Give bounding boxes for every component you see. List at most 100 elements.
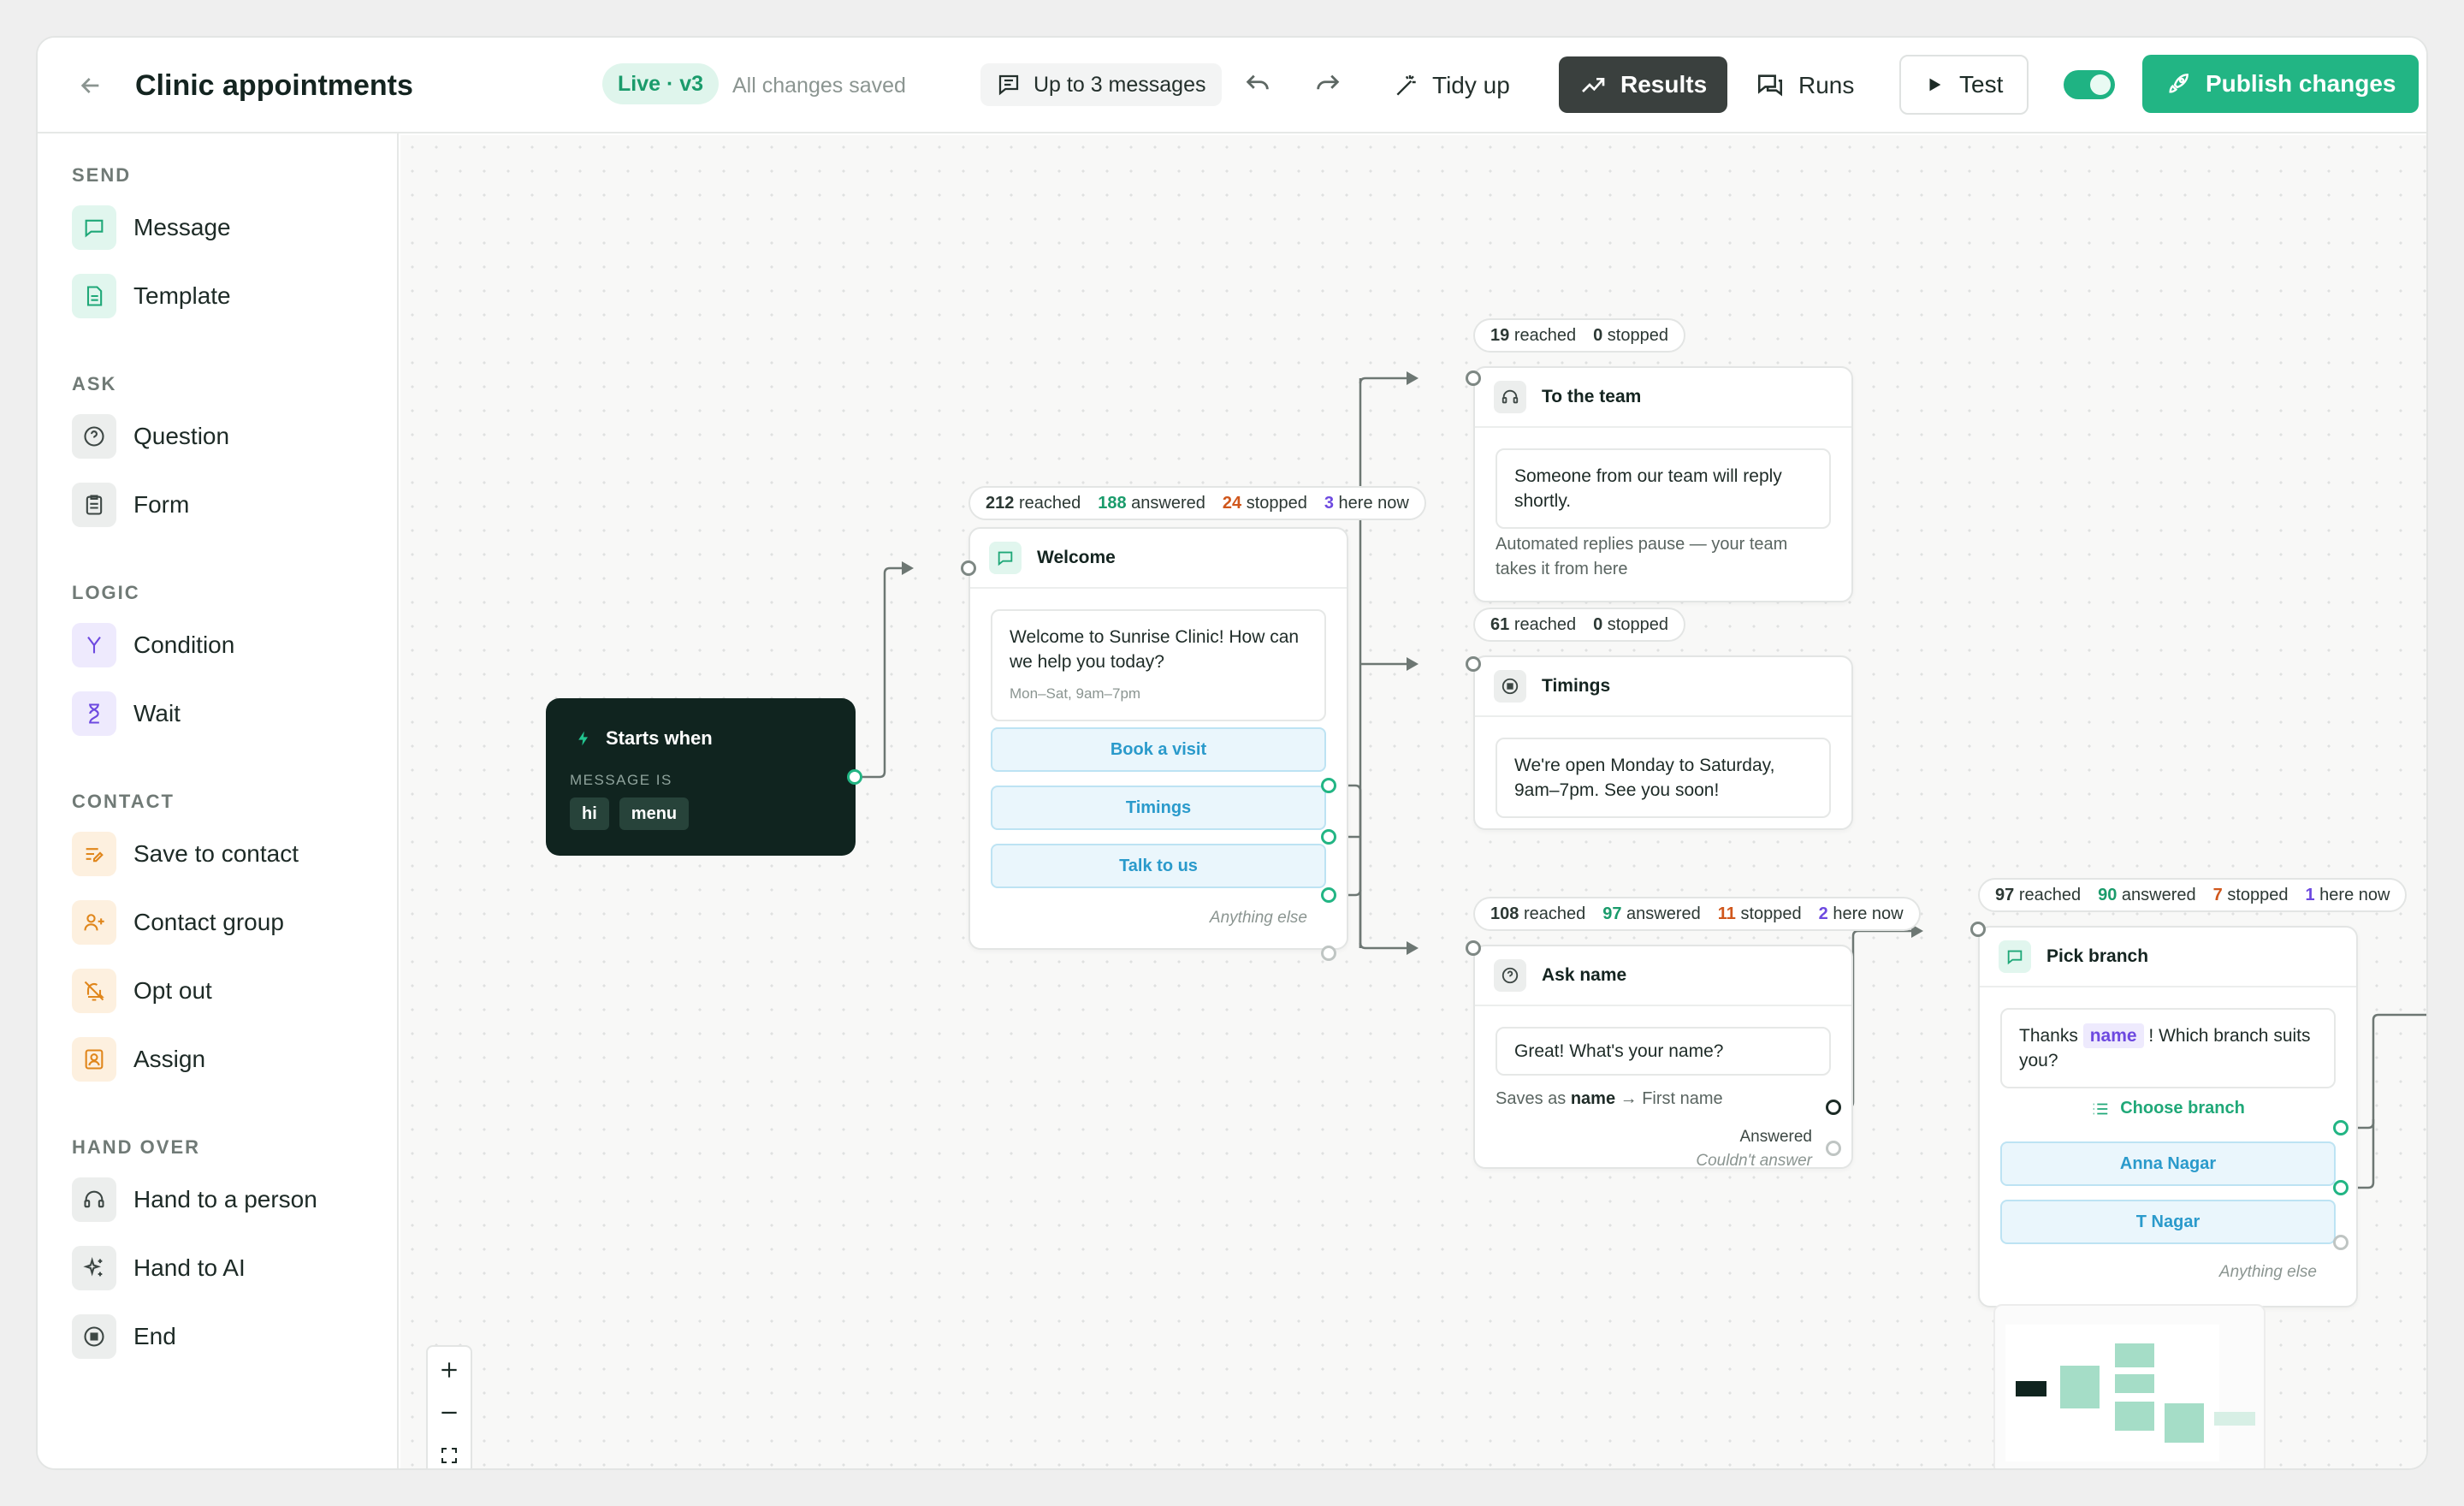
tidy-up-button[interactable]: Tidy up [1393,38,1510,133]
palette-item-hand-to-person[interactable]: Hand to a person [72,1177,317,1222]
palette-item-question[interactable]: Question [72,414,229,459]
zoom-in-button[interactable] [428,1349,471,1391]
chat-icon [998,74,1019,96]
palette-item-opt-out[interactable]: Opt out [72,969,212,1013]
keyword-chip[interactable]: menu [619,797,690,830]
timings-input-port[interactable] [1466,656,1481,672]
palette-item-label: End [133,1323,176,1349]
reached-label: reached [1513,614,1577,634]
version-badge: Live · v3 [602,63,720,104]
message-limit-button[interactable]: Up to 3 messages [980,63,1222,106]
message-text: Welcome to Sunrise Clinic! How can we he… [1010,627,1300,672]
palette-item-hand-to-ai[interactable]: Hand to AI [72,1246,246,1290]
choice-button[interactable]: Talk to us [991,844,1326,888]
back-button[interactable] [68,38,113,133]
welcome-node-header: Welcome [970,529,1347,589]
choice-button[interactable]: Timings [991,786,1326,830]
message-limit-label: Up to 3 messages [1034,72,1206,97]
ask-input-port[interactable] [1466,940,1481,956]
minimap[interactable] [1993,1304,2266,1468]
answered-count: 97 [1602,904,1622,923]
palette-item-label: Message [133,214,231,240]
message-bubble[interactable]: We're open Monday to Saturday, 9am–7pm. … [1496,738,1831,818]
undo-button[interactable] [1234,38,1282,133]
palette-item-condition[interactable]: Condition [72,623,234,667]
section-logic-title: LOGIC [72,582,140,603]
minimap-node [2016,1381,2046,1396]
publish-button[interactable]: Publish changes [2142,55,2419,113]
message-bubble[interactable]: Welcome to Sunrise Clinic! How can we he… [991,609,1326,721]
sparkle-icon [72,1246,116,1290]
choice-button[interactable]: Book a visit [991,727,1326,772]
choice-button[interactable]: Anna Nagar [2000,1141,2336,1186]
trigger-node[interactable]: Starts when MESSAGE IS hi menu [546,698,856,856]
reached-label: reached [2018,885,2082,904]
condition-icon [72,623,116,667]
branch-input-port[interactable] [1970,922,1986,937]
magic-wand-icon [1396,75,1416,96]
palette-item-form[interactable]: Form [72,483,189,527]
timings-node[interactable]: Timings We're open Monday to Saturday, 9… [1473,655,1853,830]
reached-count: 212 [986,493,1015,513]
results-label: Results [1620,71,1708,98]
palette-item-label: Save to contact [133,840,299,867]
pick-branch-node[interactable]: Pick branch Thanks name ! Which branch s… [1978,926,2358,1307]
results-button[interactable]: Results [1559,56,1728,113]
failed-output-port[interactable] [1826,1141,1841,1156]
trigger-header: Starts when [575,727,713,750]
palette-item-label: Wait [133,700,181,726]
saves-target: → First name [1620,1089,1723,1108]
palette-item-contact-group[interactable]: Contact group [72,900,284,945]
test-label: Test [1959,71,2004,98]
choice-button[interactable]: T Nagar [2000,1200,2336,1244]
reached-count: 19 [1490,325,1510,345]
choice-output-port[interactable] [2333,1180,2348,1195]
ask-name-node[interactable]: Ask name Great! What's your name? Saves … [1473,945,1853,1170]
zoom-out-button[interactable] [428,1391,471,1434]
palette-item-save-to-contact[interactable]: Save to contact [72,832,299,876]
stopped-label: stopped [2227,885,2289,904]
keyword-chip[interactable]: hi [570,797,609,830]
message-text: We're open Monday to Saturday, 9am–7pm. … [1514,756,1775,800]
team-input-port[interactable] [1466,371,1481,386]
answered-count: 188 [1098,493,1127,513]
welcome-input-port[interactable] [961,560,976,576]
live-toggle[interactable] [2064,70,2115,99]
team-node[interactable]: To the team Someone from our team will r… [1473,366,1853,602]
template-icon [72,274,116,318]
palette-item-template[interactable]: Template [72,274,231,318]
redo-button[interactable] [1304,38,1352,133]
palette-item-assign[interactable]: Assign [72,1037,205,1082]
minimap-node [2115,1402,2154,1431]
palette-item-message[interactable]: Message [72,205,231,250]
choice-output-port[interactable] [1321,887,1336,903]
answered-label: answered [1626,904,1701,923]
message-bubble[interactable]: Thanks name ! Which branch suits you? [2000,1008,2336,1088]
choice-output-port[interactable] [2333,1120,2348,1135]
test-button[interactable]: Test [1899,55,2029,115]
reached-label: reached [1513,325,1577,345]
message-bubble[interactable]: Someone from our team will reply shortly… [1496,448,1831,529]
runs-button[interactable]: Runs [1756,38,1854,133]
palette-item-end[interactable]: End [72,1314,176,1359]
fallback-output-port[interactable] [1321,946,1336,961]
saves-prefix: Saves as [1496,1089,1567,1108]
choice-output-port[interactable] [1321,778,1336,793]
ask-node-header: Ask name [1475,946,1851,1006]
headset-icon [1494,381,1526,413]
trigger-output-port[interactable] [847,769,862,785]
stop-icon [72,1314,116,1359]
welcome-node[interactable]: Welcome Welcome to Sunrise Clinic! How c… [968,527,1348,950]
choice-output-port[interactable] [1321,829,1336,845]
fallback-output-port[interactable] [2333,1235,2348,1250]
minimap-node [2165,1403,2204,1443]
flow-canvas[interactable]: Starts when MESSAGE IS hi menu 212 reach… [400,135,2426,1468]
choose-branch-list-button[interactable]: Choose branch [1980,1099,2356,1118]
message-bubble[interactable]: Great! What's your name? [1496,1027,1831,1076]
fit-view-button[interactable] [428,1434,471,1468]
palette-item-wait[interactable]: Wait [72,691,181,736]
form-icon [72,483,116,527]
answered-output-port[interactable] [1826,1100,1841,1115]
variable-name: name [1570,1089,1616,1108]
list-icon [2093,1103,2108,1114]
